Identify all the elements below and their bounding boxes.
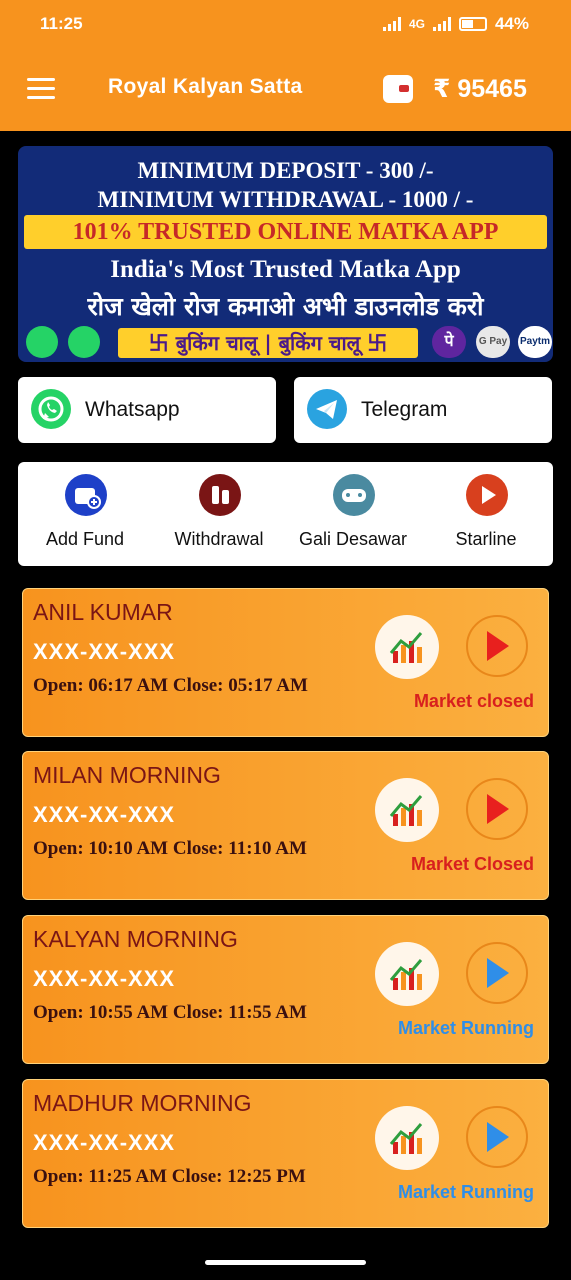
whatsapp-logo-icon-2 <box>68 326 100 358</box>
starline-action[interactable]: Starline <box>419 462 553 566</box>
starline-label: Starline <box>455 529 517 549</box>
telegram-label: Telegram <box>361 398 448 421</box>
whatsapp-logo-icon <box>26 326 58 358</box>
market-status: Market Running <box>397 1018 534 1038</box>
gesture-nav-bar[interactable] <box>205 1260 366 1265</box>
add-fund-icon <box>65 474 107 516</box>
app-title: Royal Kalyan Satta <box>108 75 303 98</box>
chart-icon[interactable] <box>375 615 439 679</box>
banner-tagline: India's Most Trusted Matka App <box>110 256 461 283</box>
status-indicators: 4G 44% <box>382 14 529 34</box>
quick-actions: Add Fund Withdrawal Gali Desawar Starlin… <box>18 462 553 566</box>
market-card[interactable]: ANIL KUMAR XXX-XX-XXX Open: 06:17 AM Clo… <box>22 588 549 737</box>
market-name: ANIL KUMAR <box>33 599 173 625</box>
status-time: 11:25 <box>40 14 83 33</box>
signal-icon <box>382 17 401 31</box>
chart-icon[interactable] <box>375 1106 439 1170</box>
chart-icon[interactable] <box>375 942 439 1006</box>
whatsapp-label: Whatsapp <box>85 398 180 421</box>
market-result: XXX-XX-XXX <box>33 639 176 664</box>
play-icon[interactable] <box>466 778 528 840</box>
add-fund-action[interactable]: Add Fund <box>18 462 152 566</box>
banner-booking-open: 卐 बुकिंग चालू | बुकिंग चालू 卐 <box>118 328 418 358</box>
market-times: Open: 06:17 AM Close: 05:17 AM <box>33 675 308 696</box>
gali-desawar-label: Gali Desawar <box>298 529 408 549</box>
network-type: 4G <box>408 17 425 31</box>
gali-desawar-action[interactable]: Gali Desawar <box>286 462 420 566</box>
market-card[interactable]: MADHUR MORNING XXX-XX-XXX Open: 11:25 AM… <box>22 1079 549 1228</box>
telegram-button[interactable]: Telegram <box>294 377 552 443</box>
withdrawal-label: Withdrawal <box>174 529 264 549</box>
signal-icon-2 <box>432 17 451 31</box>
app-bar: Royal Kalyan Satta ₹ 95465 <box>0 48 571 131</box>
play-icon[interactable] <box>466 942 528 1004</box>
market-card[interactable]: KALYAN MORNING XXX-XX-XXX Open: 10:55 AM… <box>22 915 549 1064</box>
chart-icon[interactable] <box>375 778 439 842</box>
market-times: Open: 10:10 AM Close: 11:10 AM <box>33 838 307 859</box>
market-status: Market closed <box>413 691 534 711</box>
market-card[interactable]: MILAN MORNING XXX-XX-XXX Open: 10:10 AM … <box>22 751 549 900</box>
battery-icon <box>458 17 487 31</box>
market-name: MILAN MORNING <box>33 762 221 788</box>
market-status: Market Closed <box>410 854 534 874</box>
promo-banner[interactable]: MINIMUM DEPOSIT - 300 /- MINIMUM WITHDRA… <box>18 146 553 362</box>
market-result: XXX-XX-XXX <box>33 802 176 827</box>
market-result: XXX-XX-XXX <box>33 1130 176 1155</box>
market-result: XXX-XX-XXX <box>33 966 176 991</box>
telegram-icon <box>307 389 347 429</box>
play-icon[interactable] <box>466 1106 528 1168</box>
phonepe-icon: पे <box>432 326 466 358</box>
battery-level: 44% <box>494 14 529 33</box>
banner-trusted-app: 101% TRUSTED ONLINE MATKA APP <box>24 215 547 249</box>
banner-min-withdrawal: MINIMUM WITHDRAWAL - 1000 / - <box>97 187 474 212</box>
whatsapp-button[interactable]: Whatsapp <box>18 377 276 443</box>
market-name: MADHUR MORNING <box>33 1090 252 1116</box>
market-times: Open: 11:25 AM Close: 12:25 PM <box>33 1166 306 1187</box>
banner-min-deposit: MINIMUM DEPOSIT - 300 /- <box>137 158 434 183</box>
market-name: KALYAN MORNING <box>33 926 238 952</box>
withdrawal-action[interactable]: Withdrawal <box>152 462 286 566</box>
withdrawal-icon <box>199 474 241 516</box>
wallet-icon[interactable] <box>383 75 413 103</box>
menu-icon[interactable] <box>27 78 55 100</box>
status-bar: 11:25 4G 44% <box>0 0 571 48</box>
banner-hindi-tagline: रोज खेलो रोज कमाओ अभी डाउनलोड करो <box>87 292 484 321</box>
play-icon[interactable] <box>466 615 528 677</box>
market-status: Market Running <box>397 1182 534 1202</box>
add-fund-label: Add Fund <box>45 529 125 549</box>
banner-strip: 卐 बुकिंग चालू | बुकिंग चालू 卐 पे G Pay P… <box>18 326 553 358</box>
wallet-balance[interactable]: ₹ 95465 <box>433 74 527 104</box>
gpay-icon: G Pay <box>476 326 510 358</box>
play-icon <box>466 474 508 516</box>
gamepad-icon <box>333 474 375 516</box>
paytm-icon: Paytm <box>518 326 552 358</box>
market-times: Open: 10:55 AM Close: 11:55 AM <box>33 1002 307 1023</box>
whatsapp-icon <box>31 389 71 429</box>
